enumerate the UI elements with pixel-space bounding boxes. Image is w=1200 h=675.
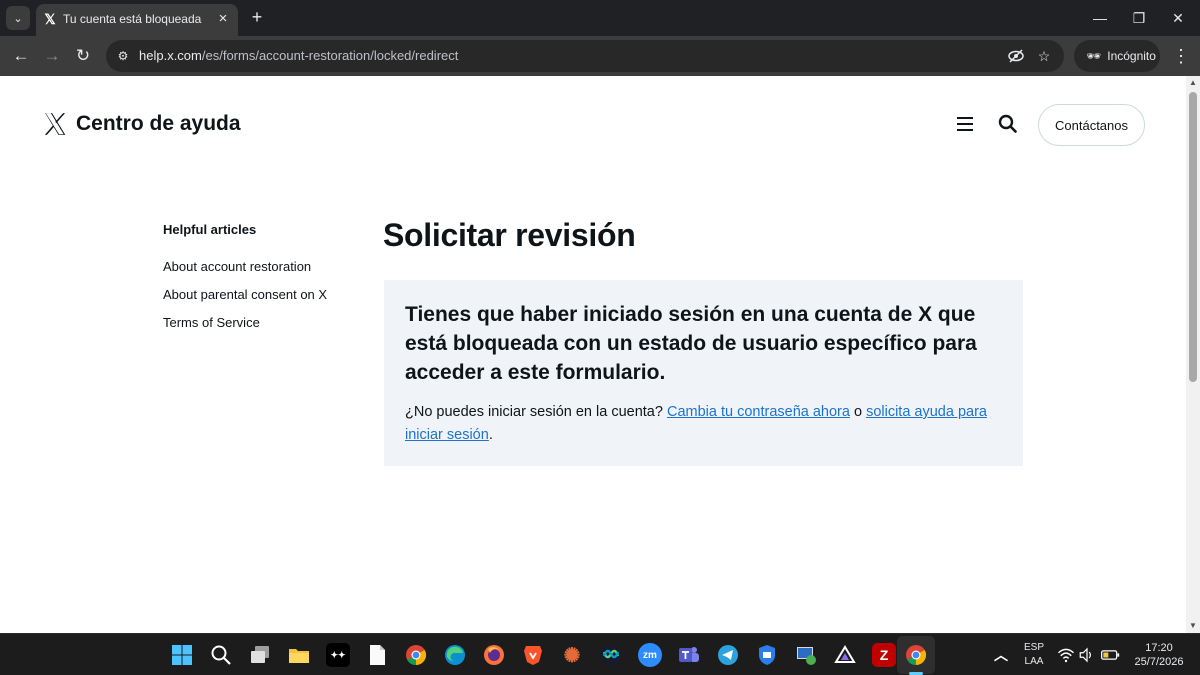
notice-text: ¿No puedes iniciar sesión en la cuenta? … <box>405 404 987 443</box>
zoom-icon[interactable]: zm <box>638 643 662 667</box>
chrome-incognito-icon[interactable] <box>904 643 928 667</box>
restore-icon[interactable]: ❐ <box>1126 6 1152 30</box>
tracking-protection-icon[interactable] <box>1007 47 1025 65</box>
input-language-top[interactable]: ESP <box>1022 642 1046 653</box>
page-scrollbar[interactable]: ▲ ▼ <box>1186 76 1200 633</box>
notice-heading: Tienes que haber iniciado sesión en una … <box>405 303 977 384</box>
page-title: Solicitar revisión <box>383 217 636 253</box>
incognito-label: Incógnito <box>1107 49 1156 63</box>
close-window-icon[interactable]: ✕ <box>1165 6 1191 30</box>
clock-time[interactable]: 17:20 <box>1128 642 1190 654</box>
search-icon[interactable] <box>996 112 1020 136</box>
teams-icon[interactable] <box>677 643 701 667</box>
tidal-icon[interactable]: ✦✦ <box>326 643 350 667</box>
input-language-bottom[interactable]: LAA <box>1022 656 1046 667</box>
x-favicon-icon: 𝕏 <box>44 11 56 27</box>
tab-search-icon[interactable]: ⌄ <box>6 6 30 30</box>
incognito-badge[interactable]: 🕶 Incógnito <box>1074 40 1160 72</box>
sidebar-item-terms-of-service[interactable]: Terms of Service <box>163 315 260 330</box>
volume-icon[interactable] <box>1078 643 1096 667</box>
webex-icon[interactable] <box>599 643 623 667</box>
taskbar: ✦✦ ✺ zm Z ︿ ESP LAA 17:20 25/7/2026 <box>0 633 1200 675</box>
file-explorer-icon[interactable] <box>287 643 311 667</box>
sidebar-heading: Helpful articles <box>163 222 257 237</box>
url-text[interactable]: help.x.com/es/forms/account-restoration/… <box>139 48 458 63</box>
tab-close-icon[interactable]: × <box>214 10 232 28</box>
change-password-link[interactable]: Cambia tu contraseña ahora <box>667 404 850 420</box>
filezilla-icon[interactable]: Z <box>872 643 896 667</box>
starburst-app-icon[interactable]: ✺ <box>560 643 584 667</box>
telegram-icon[interactable] <box>716 643 740 667</box>
tab-strip: ⌄ 𝕏 Tu cuenta está bloqueada × + — ❐ ✕ <box>0 0 1200 36</box>
firefox-icon[interactable] <box>482 643 506 667</box>
address-bar[interactable]: ⚙ help.x.com/es/forms/account-restoratio… <box>106 40 1064 72</box>
notepad-icon[interactable] <box>365 643 389 667</box>
tab-title: Tu cuenta está bloqueada <box>63 12 202 26</box>
back-icon[interactable]: ← <box>9 44 33 68</box>
browser-menu-icon[interactable]: ⋮ <box>1170 44 1192 68</box>
chrome-icon[interactable] <box>404 643 428 667</box>
scroll-thumb[interactable] <box>1189 92 1197 382</box>
tab-active[interactable]: 𝕏 Tu cuenta está bloqueada × <box>36 4 238 36</box>
notice-box: Tienes que haber iniciado sesión en una … <box>384 280 1023 466</box>
page-content: Centro de ayuda Contáctanos Helpful arti… <box>0 76 1186 633</box>
menu-hamburger-icon[interactable] <box>954 114 976 134</box>
scroll-down-icon[interactable]: ▼ <box>1189 622 1197 630</box>
proton-icon[interactable] <box>833 643 857 667</box>
start-icon[interactable] <box>170 643 194 667</box>
browser-toolbar: ← → ↻ ⚙ help.x.com/es/forms/account-rest… <box>0 36 1200 76</box>
reload-icon[interactable]: ↻ <box>71 44 95 68</box>
search-icon[interactable] <box>209 643 233 667</box>
edge-icon[interactable] <box>443 643 467 667</box>
scroll-up-icon[interactable]: ▲ <box>1189 79 1197 87</box>
sidebar-item-parental-consent[interactable]: About parental consent on X <box>163 287 327 302</box>
x-logo-icon[interactable] <box>42 111 68 137</box>
bookmark-star-icon[interactable]: ☆ <box>1035 47 1053 65</box>
brave-icon[interactable] <box>521 643 545 667</box>
minimize-icon[interactable]: — <box>1087 6 1113 30</box>
tray-overflow-icon[interactable]: ︿ <box>989 643 1013 667</box>
site-info-icon[interactable]: ⚙ <box>114 47 132 65</box>
wifi-icon[interactable] <box>1057 643 1075 667</box>
clock-date[interactable]: 25/7/2026 <box>1128 656 1190 668</box>
new-tab-icon[interactable]: + <box>247 7 267 27</box>
shield-app-icon[interactable] <box>755 643 779 667</box>
site-title[interactable]: Centro de ayuda <box>76 112 241 136</box>
sidebar-item-account-restoration[interactable]: About account restoration <box>163 259 311 274</box>
remote-desktop-icon[interactable] <box>794 643 818 667</box>
incognito-icon: 🕶 <box>1086 49 1102 63</box>
forward-icon[interactable]: → <box>40 44 64 68</box>
task-view-icon[interactable] <box>248 643 272 667</box>
contact-button[interactable]: Contáctanos <box>1038 104 1145 146</box>
battery-icon[interactable] <box>1100 643 1120 667</box>
